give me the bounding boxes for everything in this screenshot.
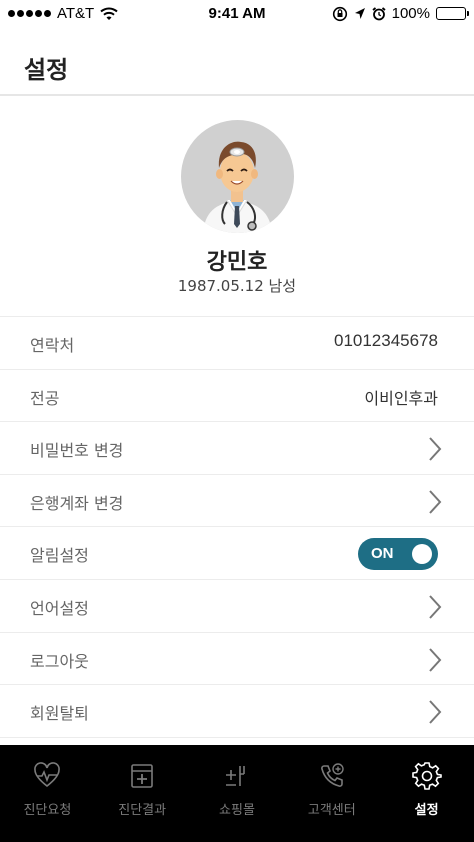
row-label: 비밀번호 변경	[30, 441, 124, 461]
header: 설정	[0, 28, 474, 96]
tab-label: 진단결과	[118, 803, 167, 818]
tab-label: 진단요청	[23, 803, 72, 818]
row-label: 로그아웃	[30, 651, 89, 671]
page-title: 설정	[24, 56, 69, 84]
major-value: 이비인후과	[364, 388, 438, 408]
profile-name: 강민호	[206, 250, 268, 275]
gear-icon	[411, 762, 442, 790]
chevron-right-icon	[429, 595, 442, 619]
settings-row-contact: 연락처 01012345678	[0, 317, 474, 370]
medical-chart-icon	[131, 764, 153, 788]
alarm-icon	[372, 6, 386, 20]
avatar[interactable]	[181, 120, 294, 233]
settings-row-major: 전공 이비인후과	[0, 370, 474, 423]
toggle-label: ON	[371, 545, 394, 563]
notification-toggle[interactable]: ON	[358, 538, 438, 571]
shopping-icon	[225, 766, 245, 786]
phone-plus-icon	[320, 763, 344, 787]
toggle-knob	[412, 544, 432, 565]
heart-pulse-icon	[34, 762, 61, 788]
row-label: 언어설정	[30, 598, 89, 618]
tab-bar: 진단요청 진단결과 쇼핑몰 고객센터 설정	[0, 745, 474, 842]
tab-customer-center[interactable]: 고객센터	[284, 745, 379, 842]
chevron-right-icon	[429, 647, 442, 672]
battery-percent: 100%	[391, 5, 430, 22]
tab-settings[interactable]: 설정	[379, 745, 474, 842]
settings-row-change-bank-account[interactable]: 은행계좌 변경	[0, 475, 474, 528]
tab-diagnosis-results[interactable]: 진단결과	[95, 745, 190, 842]
settings-row-change-password[interactable]: 비밀번호 변경	[0, 422, 474, 475]
tab-shopping-mall[interactable]: 쇼핑몰	[190, 745, 285, 842]
row-label: 회원탈퇴	[30, 704, 89, 724]
tab-label: 고객센터	[307, 803, 356, 818]
chevron-right-icon	[429, 490, 442, 514]
settings-row-language[interactable]: 언어설정	[0, 580, 474, 633]
settings-row-logout[interactable]: 로그아웃	[0, 633, 474, 686]
status-bar: AT&T 9:41 AM 100%	[0, 0, 474, 28]
settings-list: 연락처 01012345678 전공 이비인후과 비밀번호 변경 은행계좌 변경…	[0, 316, 474, 738]
tab-label: 쇼핑몰	[219, 803, 255, 818]
tab-label: 설정	[414, 803, 439, 818]
contact-value: 01012345678	[333, 331, 438, 350]
battery-icon	[436, 7, 469, 20]
settings-row-notifications: 알림설정 ON	[0, 527, 474, 580]
chevron-right-icon	[429, 700, 442, 724]
row-label: 은행계좌 변경	[30, 493, 124, 513]
profile-section: 강민호 1987.05.12 남성	[0, 98, 474, 316]
doctor-avatar-icon	[203, 141, 272, 233]
location-icon	[354, 8, 365, 19]
profile-details: 1987.05.12 남성	[177, 277, 297, 295]
row-label: 전공	[30, 388, 60, 408]
row-label: 알림설정	[30, 546, 89, 566]
row-label: 연락처	[30, 336, 75, 355]
chevron-right-icon	[429, 437, 442, 461]
status-right: 100%	[332, 5, 469, 22]
orientation-lock-icon	[332, 6, 347, 21]
settings-row-withdraw-membership[interactable]: 회원탈퇴	[0, 685, 474, 738]
tab-diagnosis-request[interactable]: 진단요청	[0, 745, 95, 842]
